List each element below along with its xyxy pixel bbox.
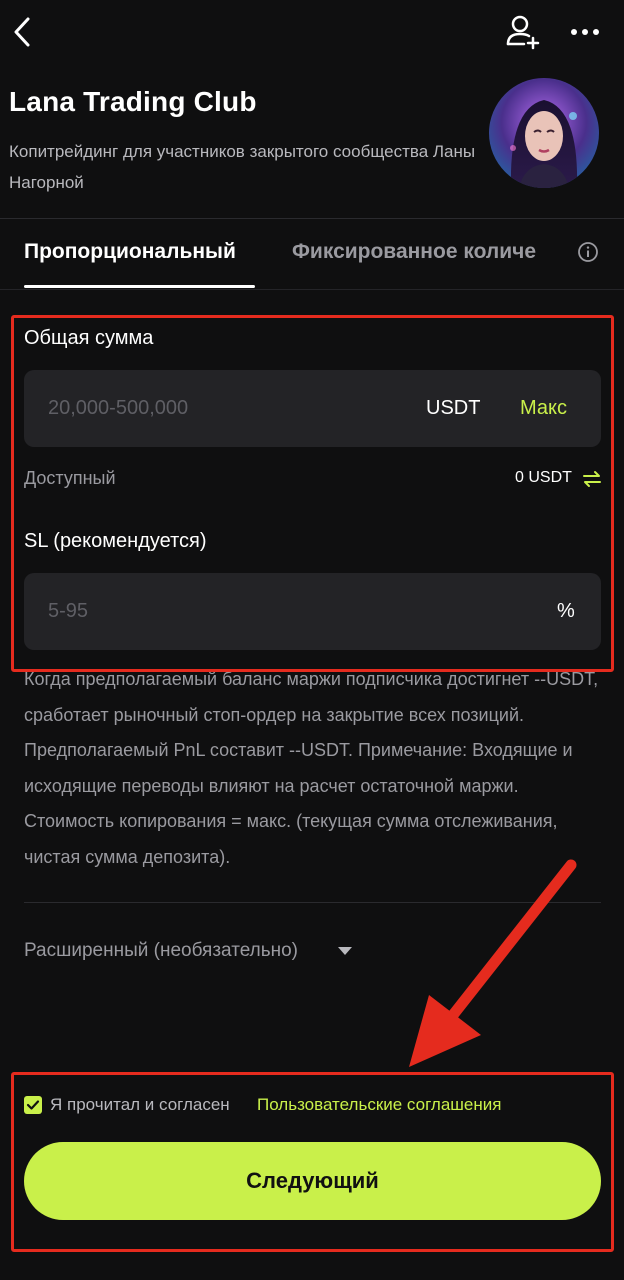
tab-fixed-amount[interactable]: Фиксированное количе	[292, 240, 564, 264]
page-title: Lana Trading Club	[9, 86, 257, 117]
tabs-divider	[0, 289, 624, 290]
sl-note-text: Когда предполагаемый баланс маржи подпис…	[24, 669, 599, 867]
active-tab-indicator	[24, 285, 255, 288]
more-icon[interactable]	[566, 18, 606, 46]
info-icon[interactable]	[577, 241, 599, 263]
avatar	[489, 78, 599, 188]
back-icon[interactable]	[6, 14, 42, 50]
highlight-box-submit	[11, 1072, 614, 1252]
tab-proportional[interactable]: Пропорциональный	[24, 240, 236, 264]
add-user-icon[interactable]	[502, 12, 542, 52]
caret-down-icon[interactable]	[336, 944, 354, 958]
highlight-box-form	[11, 315, 614, 672]
page-subtitle: Копитрейдинг для участников закрытого со…	[9, 142, 476, 192]
annotation-arrow	[395, 855, 585, 1075]
header-divider	[0, 218, 624, 219]
advanced-toggle[interactable]: Расширенный (необязательно)	[24, 940, 298, 962]
